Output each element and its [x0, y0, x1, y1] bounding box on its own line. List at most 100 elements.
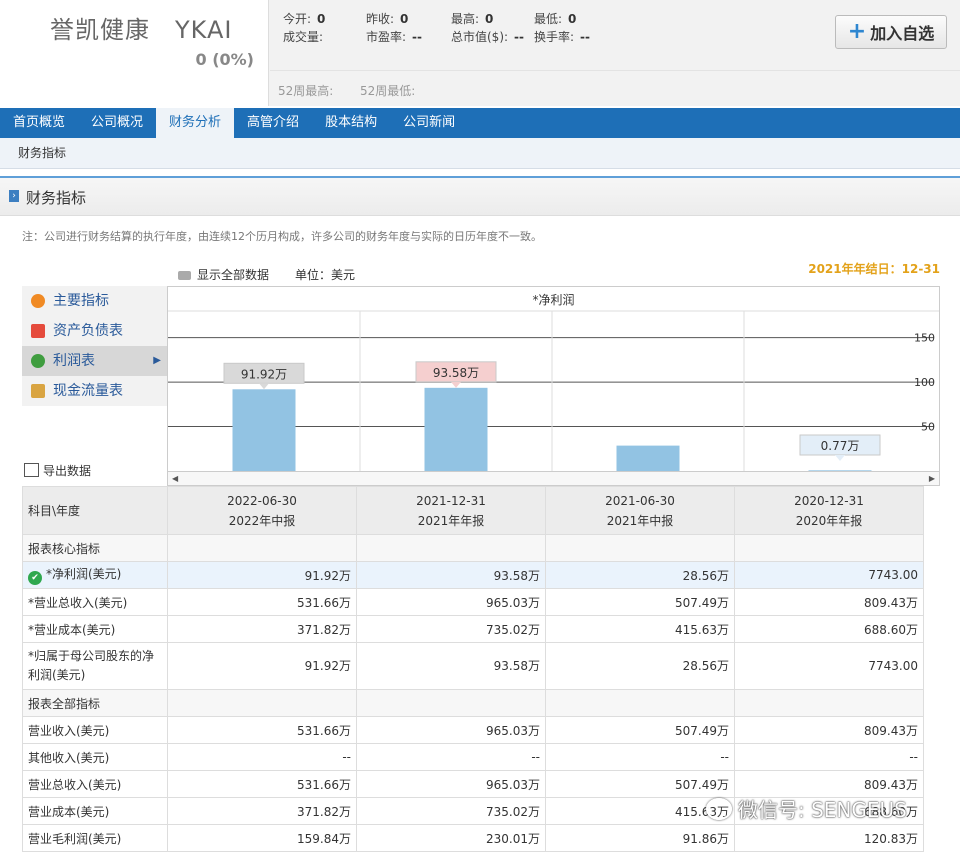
value-cell: 7743.00: [734, 561, 924, 589]
value-cell: 91.92万: [167, 561, 357, 589]
quote-label: 成交量:: [283, 30, 324, 44]
tab-3[interactable]: 高管介绍: [234, 108, 312, 138]
column-period: 2021年年报: [417, 513, 485, 528]
sidebar-item-2[interactable]: 利润表 ▶: [22, 346, 167, 376]
table-row[interactable]: ✔ *净利润(美元) 91.92万 93.58万 28.56万 7743.00: [22, 561, 924, 589]
quote-label: 换手率:: [534, 30, 575, 44]
scroll-left-icon[interactable]: ◀: [172, 472, 178, 485]
watermark: 微信号: SENGEUS: [706, 794, 907, 823]
value-cell: 735.02万: [356, 797, 546, 825]
gear-icon: [31, 294, 45, 308]
table-row[interactable]: *营业成本(美元) 371.82万 735.02万 415.63万 688.60万: [22, 615, 924, 643]
tab-5[interactable]: 公司新闻: [390, 108, 468, 138]
column-date: 2020-12-31: [794, 493, 864, 508]
column-header: 2021-06-30 2021年中报: [545, 486, 735, 535]
table-row[interactable]: 营业毛利润(美元) 159.84万 230.01万 91.86万 120.83万: [22, 824, 924, 852]
table-group-row: 报表核心指标: [22, 534, 924, 562]
row-label-cell: *归属于母公司股东的净利润(美元): [22, 642, 168, 690]
value-cell: 507.49万: [545, 588, 735, 616]
document-icon: [31, 324, 45, 338]
sidebar-item-0[interactable]: 主要指标: [22, 286, 167, 316]
quote-value: --: [412, 30, 423, 44]
add-watchlist-button[interactable]: + 加入自选: [835, 15, 947, 49]
empty-cell: [167, 689, 357, 717]
low-52-week: 52周最低:: [360, 84, 416, 98]
value-cell: 965.03万: [356, 770, 546, 798]
high-52-week: 52周最高:: [278, 84, 334, 98]
group-label: 报表全部指标: [22, 689, 168, 717]
quote-item: 总市值($): --: [451, 28, 524, 45]
empty-cell: [734, 689, 924, 717]
row-label: 其他收入(美元): [28, 750, 110, 765]
wechat-icon: [706, 798, 732, 820]
data-label: 91.92万: [241, 367, 287, 381]
column-date: 2021-12-31: [416, 493, 486, 508]
row-label: *营业总收入(美元): [28, 595, 128, 610]
watermark-text: 微信号: SENGEUS: [738, 798, 907, 822]
quote-item: 市盈率: --: [366, 28, 422, 45]
caret-right-icon: ▶: [153, 355, 161, 366]
value-cell: 415.63万: [545, 615, 735, 643]
value-cell: 965.03万: [356, 716, 546, 744]
bar: [424, 387, 488, 471]
quote-item: 成交量:: [283, 28, 329, 45]
value-cell: --: [356, 743, 546, 771]
table-row[interactable]: 营业收入(美元) 531.66万 965.03万 507.49万 809.43万: [22, 716, 924, 744]
quote-label: 今开:: [283, 12, 312, 26]
section-title: 财务指标: [26, 189, 87, 207]
y-tick-label: 150: [914, 332, 935, 345]
quote-item: 昨收: 0: [366, 10, 408, 27]
toggle-icon: [178, 271, 191, 280]
row-label-cell: 营业毛利润(美元): [22, 824, 168, 852]
sidebar-item-3[interactable]: 现金流量表: [22, 376, 167, 406]
column-date: 2021-06-30: [605, 493, 675, 508]
stock-change: 0 (0%): [195, 50, 255, 69]
value-cell: 735.02万: [356, 615, 546, 643]
stock-title-panel: 誉凯健康 YKAI 0 (0%): [0, 0, 269, 106]
table-row[interactable]: *归属于母公司股东的净利润(美元) 91.92万 93.58万 28.56万 7743.…: [22, 642, 924, 690]
row-label: *营业成本(美元): [28, 622, 116, 637]
table-row[interactable]: 其他收入(美元) -- -- -- --: [22, 743, 924, 771]
value-cell: 28.56万: [545, 561, 735, 589]
value-cell: 7743.00: [734, 642, 924, 690]
data-label-pointer: [835, 455, 845, 461]
value-cell: 230.01万: [356, 824, 546, 852]
value-cell: --: [167, 743, 357, 771]
net-profit-chart: *净利润 150 100 50 91.92万 93.58万 0.77万: [167, 286, 940, 472]
export-icon: [24, 463, 39, 477]
scroll-right-icon[interactable]: ▶: [929, 472, 935, 485]
chart-scrollbar[interactable]: ◀ ▶: [167, 471, 940, 486]
sidebar-item-label: 资产负债表: [53, 323, 123, 339]
value-cell: 507.49万: [545, 716, 735, 744]
unit-label: 单位：美元: [295, 268, 356, 282]
table-row[interactable]: *营业总收入(美元) 531.66万 965.03万 507.49万 809.43万: [22, 588, 924, 616]
empty-cell: [167, 534, 357, 562]
group-label: 报表核心指标: [22, 534, 168, 562]
quote-value: 0: [485, 12, 494, 26]
sidebar-item-1[interactable]: 资产负债表: [22, 316, 167, 346]
value-cell: 809.43万: [734, 716, 924, 744]
row-label: 营业毛利润(美元): [28, 831, 122, 846]
row-label-cell: 营业总收入(美元): [22, 770, 168, 798]
column-period: 2022年中报: [228, 513, 296, 528]
data-label: 93.58万: [433, 366, 479, 380]
fiscal-note: 注：公司进行财务结算的执行年度，由连续12个历月构成，许多公司的财务年度与实际的…: [22, 230, 542, 243]
column-period: 2021年中报: [606, 513, 674, 528]
row-label: *净利润(美元): [46, 567, 122, 581]
export-data-button[interactable]: 导出数据: [24, 462, 91, 479]
section-header: › 财务指标: [0, 176, 960, 216]
show-all-toggle[interactable]: 显示全部数据: [178, 266, 269, 283]
stock-header: 誉凯健康 YKAI 0 (0%) 今开: 0 昨收: 0 最高: 0 最低: 0 成交量: 市盈率…: [0, 0, 960, 106]
tab-0[interactable]: 首页概览: [0, 108, 78, 138]
tab-2[interactable]: 财务分析: [156, 108, 235, 138]
row-label: 营业总收入(美元): [28, 777, 122, 792]
empty-cell: [734, 534, 924, 562]
value-cell: 531.66万: [167, 770, 357, 798]
tab-4[interactable]: 股本结构: [312, 108, 390, 138]
subnav-item-financial-indicators[interactable]: 财务指标: [18, 138, 66, 168]
value-cell: 93.58万: [356, 642, 546, 690]
column-header: 2021-12-31 2021年年报: [356, 486, 546, 535]
chart-canvas: 150 100 50 91.92万 93.58万 0.77万: [168, 310, 939, 471]
bar: [616, 445, 680, 471]
tab-1[interactable]: 公司概况: [78, 108, 156, 138]
